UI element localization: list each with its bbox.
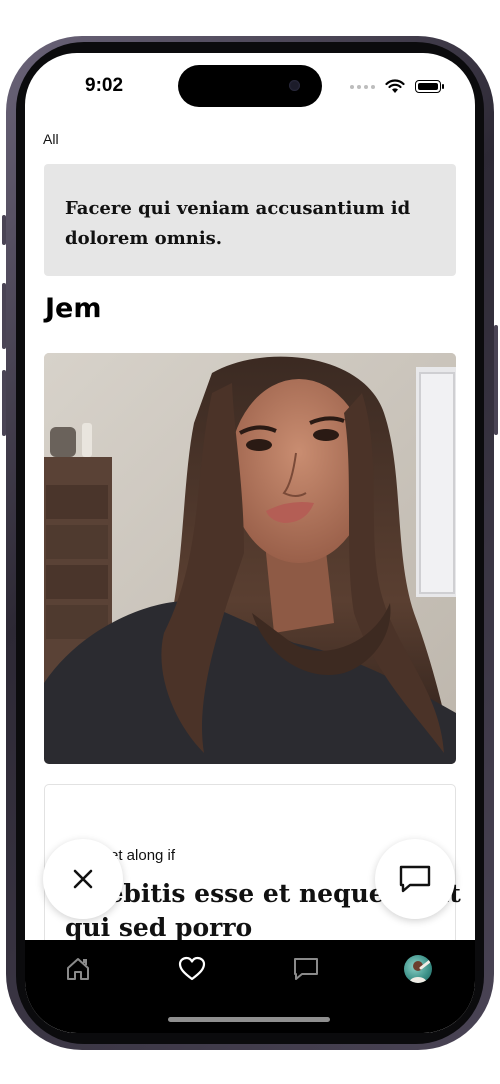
home-icon <box>67 958 89 980</box>
dynamic-island <box>178 65 322 107</box>
status-time: 9:02 <box>85 75 124 96</box>
filter-all[interactable]: All <box>43 131 59 147</box>
silent-switch <box>2 370 6 436</box>
tab-profile[interactable] <box>403 954 433 984</box>
power-button <box>494 325 498 435</box>
chat-icon <box>294 958 318 980</box>
profile-photo-image <box>44 353 456 764</box>
dismiss-button[interactable] <box>43 839 123 919</box>
wifi-icon <box>385 79 405 93</box>
comment-button[interactable] <box>375 839 455 919</box>
phone-screen: 9:02 All Facere qui veniam accusantium i… <box>25 53 475 1033</box>
status-indicators <box>350 79 444 94</box>
tab-bar <box>25 940 475 1033</box>
tab-home[interactable] <box>63 954 93 984</box>
close-icon <box>73 869 93 889</box>
prompt-card: Facere qui veniam accusantium id dolorem… <box>44 164 456 276</box>
chat-bubble-icon <box>399 865 431 893</box>
avatar <box>404 955 432 983</box>
profile-photo[interactable] <box>44 353 456 764</box>
battery-icon <box>415 80 444 93</box>
signal-icon <box>350 84 375 89</box>
tab-likes[interactable] <box>177 954 207 984</box>
volume-up-button <box>2 215 6 245</box>
profile-name: Jem <box>45 293 102 324</box>
home-indicator <box>168 1017 330 1022</box>
volume-down-button <box>2 283 6 349</box>
tab-messages[interactable] <box>291 954 321 984</box>
camera-icon <box>289 80 300 91</box>
heart-icon <box>178 956 206 981</box>
prompt-text: Facere qui veniam accusantium id dolorem… <box>65 198 411 249</box>
